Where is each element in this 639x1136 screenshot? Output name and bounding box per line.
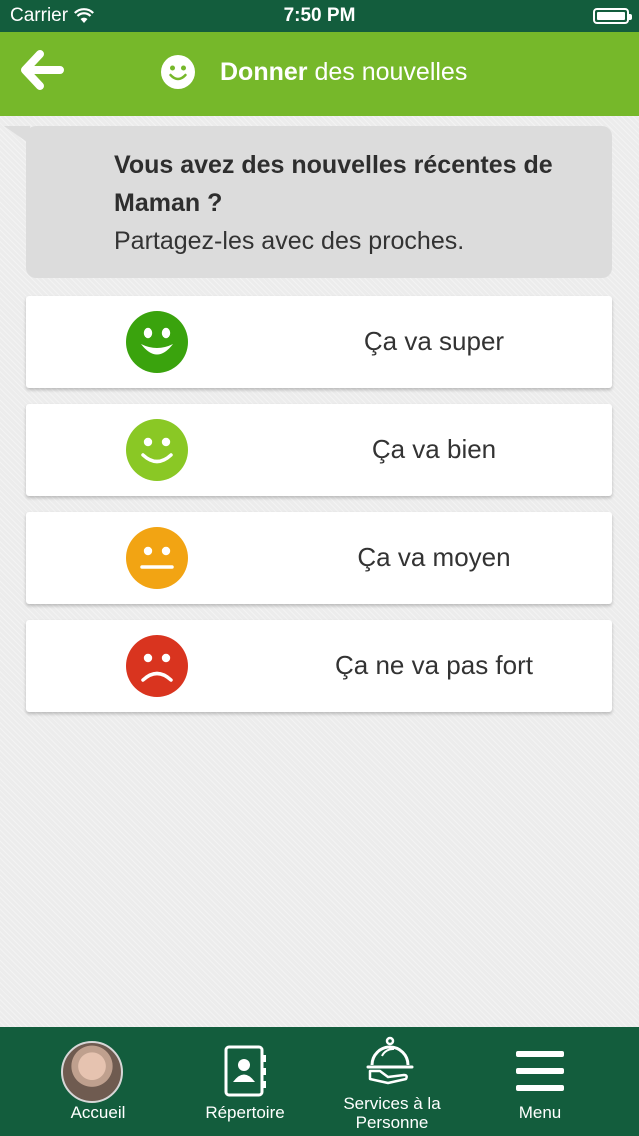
option-super-button[interactable]: Ça va super (26, 296, 612, 388)
page-title-rest: des nouvelles (307, 58, 468, 86)
tab-repertoire[interactable]: Répertoire (172, 1027, 318, 1136)
avatar (61, 1041, 123, 1103)
tab-bar: Accueil Répertoire Services à la Personn… (0, 1027, 639, 1136)
very-happy-face-icon (126, 311, 188, 373)
sad-face-icon (126, 635, 188, 697)
option-pas-fort-button[interactable]: Ça ne va pas fort (26, 620, 612, 712)
tab-services-label: Services à la Personne (343, 1094, 441, 1132)
option-pas-fort-label: Ça ne va pas fort (335, 650, 533, 680)
option-moyen-label: Ça va moyen (357, 542, 511, 572)
page-title: Donner des nouvelles (220, 58, 467, 87)
app-header: Donner des nouvelles (0, 32, 639, 116)
tab-menu-label: Menu (518, 1103, 562, 1122)
option-super-label: Ça va super (363, 326, 505, 356)
smiley-icon (161, 55, 195, 89)
battery-icon (593, 8, 632, 24)
tab-repertoire-label: Répertoire (205, 1103, 285, 1122)
hamburger-menu-icon (516, 1051, 564, 1091)
back-button[interactable] (20, 50, 70, 94)
option-bien-label: Ça va bien (371, 434, 497, 464)
cloche-service-icon (366, 1036, 414, 1085)
prompt-bubble: Vous avez des nouvelles récentes de Mama… (4, 126, 612, 278)
tab-menu[interactable]: Menu (466, 1027, 614, 1136)
neutral-face-icon (126, 527, 188, 589)
prompt-subtitle: Partagez-les avec des proches. (114, 227, 465, 255)
tab-services[interactable]: Services à la Personne (318, 1027, 466, 1136)
address-book-icon (224, 1045, 266, 1097)
option-moyen-button[interactable]: Ça va moyen (26, 512, 612, 604)
happy-face-icon (126, 419, 188, 481)
option-bien-button[interactable]: Ça va bien (26, 404, 612, 496)
page-title-bold: Donner (220, 58, 308, 86)
prompt-title: Vous avez des nouvelles récentes de Mama… (114, 151, 553, 217)
tab-accueil-label: Accueil (70, 1103, 126, 1122)
status-bar: Carrier 7:50 PM (0, 0, 639, 32)
tab-accueil[interactable]: Accueil (24, 1027, 172, 1136)
back-arrow-icon (21, 50, 64, 90)
status-time: 7:50 PM (283, 5, 356, 26)
